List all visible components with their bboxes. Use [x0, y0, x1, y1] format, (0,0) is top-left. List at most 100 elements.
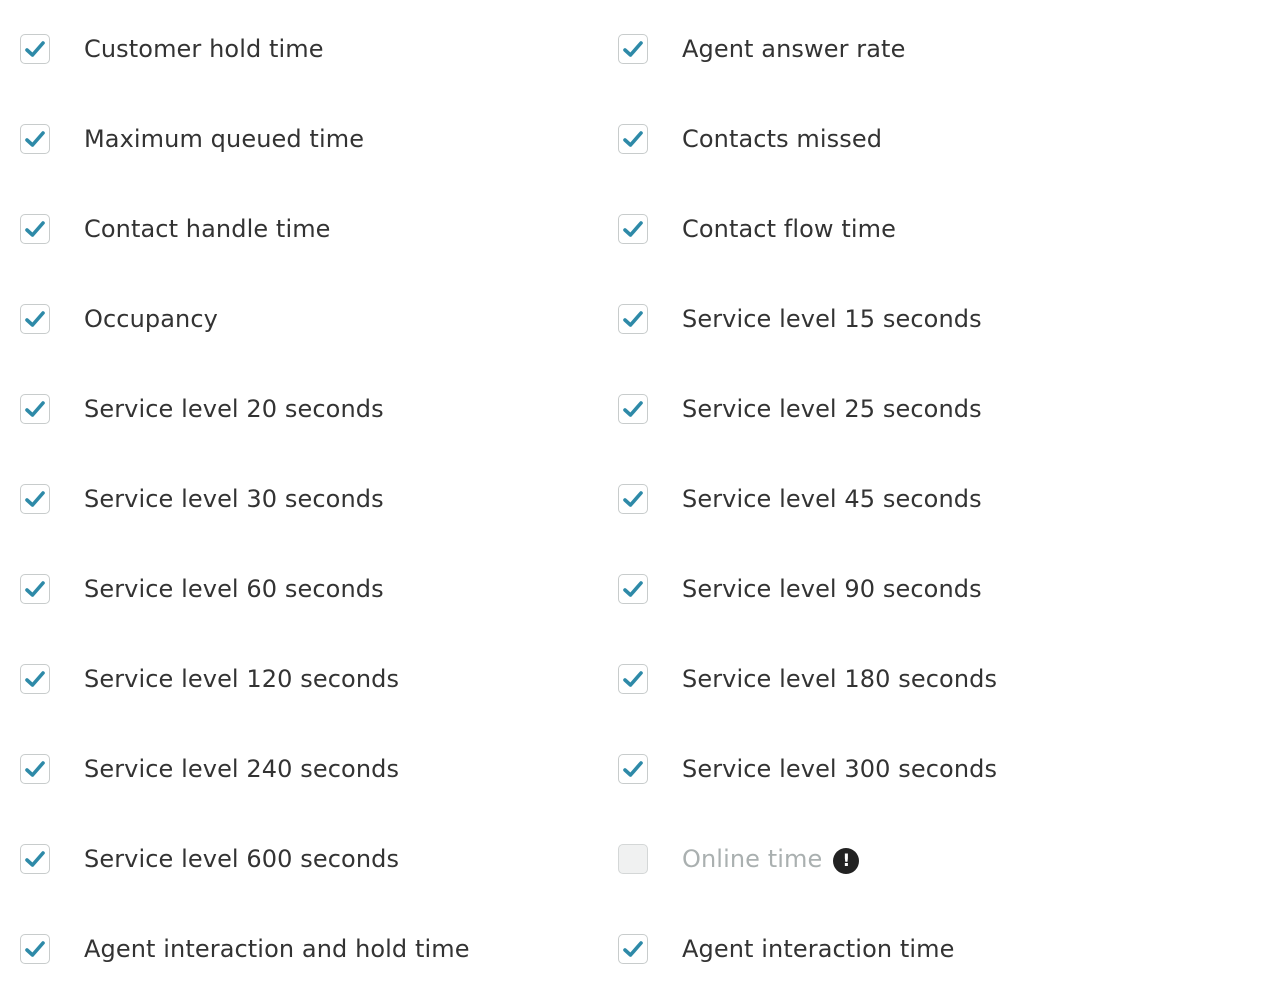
metric-option-service-level-240-seconds[interactable]: Service level 240 seconds	[20, 749, 399, 789]
metric-option-service-level-60-seconds[interactable]: Service level 60 seconds	[20, 569, 384, 609]
checkbox-agent-interaction-time[interactable]	[618, 934, 648, 964]
checkbox-label: Contact handle time	[84, 215, 331, 243]
metric-option-service-level-120-seconds[interactable]: Service level 120 seconds	[20, 659, 399, 699]
checkmark-icon	[623, 41, 643, 57]
metric-option-online-time: Online time!	[618, 839, 860, 879]
checkbox-label: Service level 45 seconds	[682, 485, 982, 513]
metric-option-maximum-queued-time[interactable]: Maximum queued time	[20, 119, 364, 159]
metric-option-agent-interaction-time[interactable]: Agent interaction time	[618, 929, 955, 969]
checkbox-label: Customer hold time	[84, 35, 324, 63]
metrics-row: Service level 240 seconds Service level 3…	[0, 749, 1276, 789]
metric-option-contact-handle-time[interactable]: Contact handle time	[20, 209, 331, 249]
checkmark-icon	[623, 131, 643, 147]
metrics-row: Maximum queued time Contacts missed	[0, 119, 1276, 159]
metric-option-contacts-missed[interactable]: Contacts missed	[618, 119, 882, 159]
checkbox-service-level-240-seconds[interactable]	[20, 754, 50, 784]
metric-option-service-level-30-seconds[interactable]: Service level 30 seconds	[20, 479, 384, 519]
checkbox-contacts-missed[interactable]	[618, 124, 648, 154]
checkbox-service-level-25-seconds[interactable]	[618, 394, 648, 424]
metric-option-service-level-180-seconds[interactable]: Service level 180 seconds	[618, 659, 997, 699]
checkbox-label: Agent interaction and hold time	[84, 935, 470, 963]
checkmark-icon	[25, 491, 45, 507]
metric-option-agent-answer-rate[interactable]: Agent answer rate	[618, 29, 905, 69]
checkbox-service-level-45-seconds[interactable]	[618, 484, 648, 514]
checkbox-label: Service level 240 seconds	[84, 755, 400, 783]
metrics-row: Service level 20 seconds Service level 25…	[0, 389, 1276, 429]
metric-option-service-level-25-seconds[interactable]: Service level 25 seconds	[618, 389, 982, 429]
checkmark-icon	[623, 761, 643, 777]
checkmark-icon	[25, 221, 45, 237]
checkbox-label: Service level 25 seconds	[682, 395, 982, 423]
metric-option-occupancy[interactable]: Occupancy	[20, 299, 218, 339]
checkbox-label: Occupancy	[84, 305, 218, 333]
warning-icon[interactable]: !	[833, 848, 860, 874]
metrics-row: Occupancy Service level 15 seconds	[0, 299, 1276, 339]
checkbox-label: Service level 600 seconds	[84, 845, 400, 873]
checkmark-icon	[25, 401, 45, 417]
checkbox-customer-hold-time[interactable]	[20, 34, 50, 64]
checkbox-label: Service level 60 seconds	[84, 575, 384, 603]
metrics-row: Service level 120 seconds Service level 1…	[0, 659, 1276, 699]
metrics-row: Customer hold time Agent answer rate	[0, 29, 1276, 69]
checkbox-service-level-90-seconds[interactable]	[618, 574, 648, 604]
checkmark-icon	[25, 941, 45, 957]
checkbox-service-level-300-seconds[interactable]	[618, 754, 648, 784]
metric-option-service-level-45-seconds[interactable]: Service level 45 seconds	[618, 479, 982, 519]
metric-option-service-level-20-seconds[interactable]: Service level 20 seconds	[20, 389, 384, 429]
checkmark-icon	[25, 671, 45, 687]
metric-option-service-level-300-seconds[interactable]: Service level 300 seconds	[618, 749, 997, 789]
metric-option-agent-interaction-and-hold-time[interactable]: Agent interaction and hold time	[20, 929, 470, 969]
checkbox-label: Service level 20 seconds	[84, 395, 384, 423]
checkbox-label: Service level 120 seconds	[84, 665, 400, 693]
checkbox-agent-interaction-and-hold-time[interactable]	[20, 934, 50, 964]
checkmark-icon	[25, 581, 45, 597]
checkmark-icon	[623, 491, 643, 507]
checkbox-service-level-15-seconds[interactable]	[618, 304, 648, 334]
checkbox-label: Service level 300 seconds	[682, 755, 998, 783]
metric-option-contact-flow-time[interactable]: Contact flow time	[618, 209, 896, 249]
checkbox-service-level-60-seconds[interactable]	[20, 574, 50, 604]
checkmark-icon	[623, 671, 643, 687]
checkmark-icon	[623, 581, 643, 597]
checkbox-label: Service level 30 seconds	[84, 485, 384, 513]
checkbox-occupancy[interactable]	[20, 304, 50, 334]
checkbox-online-time	[618, 844, 648, 874]
checkbox-service-level-600-seconds[interactable]	[20, 844, 50, 874]
checkbox-service-level-180-seconds[interactable]	[618, 664, 648, 694]
checkbox-label: Service level 15 seconds	[682, 305, 982, 333]
checkbox-label: Contacts missed	[682, 125, 883, 153]
checkmark-icon	[623, 221, 643, 237]
checkmark-icon	[25, 131, 45, 147]
metrics-row: Contact handle time Contact flow time	[0, 209, 1276, 249]
checkbox-contact-flow-time[interactable]	[618, 214, 648, 244]
checkbox-label: Agent answer rate	[682, 35, 906, 63]
checkbox-agent-answer-rate[interactable]	[618, 34, 648, 64]
checkbox-label: Maximum queued time	[84, 125, 365, 153]
checkmark-icon	[623, 311, 643, 327]
checkmark-icon	[623, 401, 643, 417]
checkbox-service-level-30-seconds[interactable]	[20, 484, 50, 514]
metric-option-customer-hold-time[interactable]: Customer hold time	[20, 29, 324, 69]
metric-option-service-level-600-seconds[interactable]: Service level 600 seconds	[20, 839, 399, 879]
checkmark-icon	[25, 761, 45, 777]
checkbox-label: Online time	[682, 845, 823, 873]
checkbox-label: Service level 180 seconds	[682, 665, 998, 693]
checkbox-label: Contact flow time	[682, 215, 896, 243]
metrics-row: Service level 30 seconds Service level 45…	[0, 479, 1276, 519]
checkmark-icon	[25, 851, 45, 867]
metrics-row: Agent interaction and hold time Agent int…	[0, 929, 1276, 969]
checkbox-contact-handle-time[interactable]	[20, 214, 50, 244]
metric-option-service-level-15-seconds[interactable]: Service level 15 seconds	[618, 299, 982, 339]
checkbox-service-level-20-seconds[interactable]	[20, 394, 50, 424]
checkbox-label: Agent interaction time	[682, 935, 955, 963]
metrics-row: Service level 600 seconds Online time!	[0, 839, 1276, 879]
checkbox-service-level-120-seconds[interactable]	[20, 664, 50, 694]
checkbox-maximum-queued-time[interactable]	[20, 124, 50, 154]
metrics-checkbox-grid: Customer hold time Agent answer rate Maxim…	[0, 0, 1276, 1000]
checkmark-icon	[25, 41, 45, 57]
checkmark-icon	[623, 941, 643, 957]
metrics-row: Service level 60 seconds Service level 90…	[0, 569, 1276, 609]
checkbox-label: Service level 90 seconds	[682, 575, 982, 603]
metric-option-service-level-90-seconds[interactable]: Service level 90 seconds	[618, 569, 982, 609]
checkmark-icon	[25, 311, 45, 327]
